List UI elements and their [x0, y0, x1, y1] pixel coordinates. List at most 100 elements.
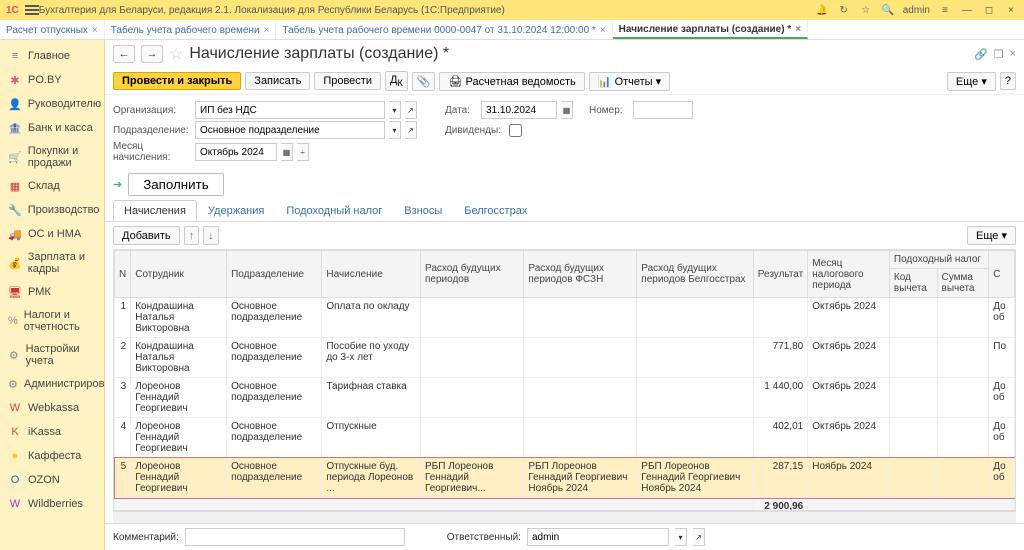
add-row-button[interactable]: Добавить — [113, 226, 180, 245]
doc-tab[interactable]: Начисление зарплаты (создание) *× — [613, 20, 808, 39]
table-row[interactable]: 5Лореонов Геннадий ГеоргиевичОсновное по… — [115, 458, 1015, 498]
menu-burger-icon[interactable] — [25, 3, 39, 17]
minimize-icon[interactable]: — — [960, 3, 974, 17]
subtab[interactable]: Удержания — [197, 200, 275, 221]
subtab[interactable]: Взносы — [393, 200, 453, 221]
detach-icon[interactable]: ❐ — [994, 48, 1004, 61]
month-stepper-icon[interactable]: ÷ — [297, 143, 309, 161]
settings-icon[interactable]: ≡ — [938, 3, 952, 17]
col-header[interactable]: Расход будущих периодов ФСЗН — [524, 251, 637, 298]
sidebar-item[interactable]: 🚚ОС и НМА — [0, 222, 104, 246]
sidebar-item[interactable]: 🛒Покупки и продажи — [0, 140, 104, 174]
subtab[interactable]: Подоходный налог — [275, 200, 393, 221]
star-icon[interactable]: ☆ — [859, 3, 873, 17]
print-sheet-button[interactable]: 🖨 Расчетная ведомость — [439, 72, 584, 91]
doc-tab[interactable]: Табель учета рабочего времени 0000-0047 … — [276, 20, 612, 39]
subtab[interactable]: Белгосстрах — [453, 200, 538, 221]
col-header[interactable]: Месяц налогового периода — [808, 251, 890, 298]
search-icon[interactable]: 🔍 — [881, 3, 895, 17]
sidebar-item[interactable]: 👤Руководителю — [0, 92, 104, 116]
col-header[interactable]: Сотрудник — [131, 251, 227, 298]
responsible-open-icon[interactable]: ↗ — [693, 528, 705, 546]
col-header[interactable]: N — [115, 251, 131, 298]
table-row[interactable]: 1Кондрашина Наталья ВикторовнаОсновное п… — [115, 298, 1015, 338]
col-header[interactable]: Подоходный налог — [889, 251, 988, 269]
sidebar-item[interactable]: ⚙Настройки учета — [0, 338, 104, 372]
close-page-icon[interactable]: × — [1010, 48, 1016, 61]
sidebar-item-label: Webkassa — [28, 402, 79, 414]
org-open-icon[interactable]: ↗ — [405, 101, 417, 119]
sidebar-item[interactable]: ▦Склад — [0, 174, 104, 198]
close-tab-icon[interactable]: × — [795, 24, 801, 35]
close-tab-icon[interactable]: × — [92, 25, 98, 36]
table-more-button[interactable]: Еще ▾ — [967, 226, 1016, 245]
org-dropdown-icon[interactable]: ▾ — [389, 101, 401, 119]
nav-forward-button[interactable]: → — [141, 45, 163, 63]
user-label[interactable]: admin — [903, 5, 930, 16]
bell-icon[interactable]: 🔔 — [815, 3, 829, 17]
sidebar-item[interactable]: WWebkassa — [0, 396, 104, 420]
doc-tab[interactable]: Расчет отпускных× — [0, 20, 105, 39]
horizontal-scrollbar[interactable] — [113, 511, 1016, 523]
doc-tab[interactable]: Табель учета рабочего времени× — [105, 20, 277, 39]
col-header[interactable]: Начисление — [322, 251, 421, 298]
comment-input[interactable] — [185, 528, 405, 546]
nav-back-button[interactable]: ← — [113, 45, 135, 63]
num-input[interactable] — [633, 101, 693, 119]
sidebar-item[interactable]: %Налоги и отчетность — [0, 304, 104, 338]
sidebar-item[interactable]: KiKassa — [0, 420, 104, 444]
responsible-dropdown-icon[interactable]: ▾ — [675, 528, 687, 546]
dividends-checkbox[interactable] — [509, 124, 522, 137]
history-icon[interactable]: ↻ — [837, 3, 851, 17]
sidebar-item[interactable]: 🏦Банк и касса — [0, 116, 104, 140]
sidebar-item[interactable]: ⚙Администрирование — [0, 372, 104, 396]
col-header[interactable]: Расход будущих периодов Белгосстрах — [637, 251, 753, 298]
responsible-input[interactable] — [527, 528, 669, 546]
sidebar-item[interactable]: OOZON — [0, 468, 104, 492]
col-subheader[interactable]: Сумма вычета — [937, 269, 989, 298]
attach-icon-button[interactable]: 📎 — [412, 72, 436, 91]
sidebar-item[interactable]: 🖥РМК — [0, 280, 104, 304]
subtab[interactable]: Начисления — [113, 200, 197, 221]
dk-icon-button[interactable]: ДК — [385, 71, 408, 91]
more-button[interactable]: Еще ▾ — [947, 72, 996, 91]
sidebar-item[interactable]: ≡Главное — [0, 44, 104, 68]
col-header[interactable]: Подразделение — [227, 251, 322, 298]
close-tab-icon[interactable]: × — [264, 25, 270, 36]
org-input[interactable] — [195, 101, 385, 119]
move-up-button[interactable]: ↑ — [184, 226, 200, 245]
table-row[interactable]: 2Кондрашина Наталья ВикторовнаОсновное п… — [115, 338, 1015, 378]
month-input[interactable] — [195, 143, 277, 161]
reports-button[interactable]: 📊 Отчеты ▾ — [589, 72, 670, 91]
dept-open-icon[interactable]: ↗ — [405, 121, 417, 139]
close-window-icon[interactable]: × — [1004, 3, 1018, 17]
sidebar-item[interactable]: ●Каффеста — [0, 444, 104, 468]
sidebar-item[interactable]: ✱PO.BY — [0, 68, 104, 92]
date-input[interactable] — [481, 101, 557, 119]
date-picker-icon[interactable]: ▦ — [561, 101, 573, 119]
col-header[interactable]: Расход будущих периодов — [421, 251, 524, 298]
table-row[interactable]: 4Лореонов Геннадий ГеоргиевичОсновное по… — [115, 418, 1015, 458]
sidebar-item[interactable]: 💰Зарплата и кадры — [0, 246, 104, 280]
favorite-star-icon[interactable]: ☆ — [169, 44, 183, 64]
maximize-icon[interactable]: ◻ — [982, 3, 996, 17]
post-and-close-button[interactable]: Провести и закрыть — [113, 72, 241, 90]
link-icon[interactable]: 🔗 — [974, 48, 988, 61]
dept-dropdown-icon[interactable]: ▾ — [389, 121, 401, 139]
post-button[interactable]: Провести — [314, 72, 381, 90]
title-bar: 1C Бухгалтерия для Беларуси, редакция 2.… — [0, 0, 1024, 20]
close-tab-icon[interactable]: × — [600, 25, 606, 36]
col-header[interactable]: С — [989, 251, 1015, 298]
table-wrap[interactable]: NСотрудникПодразделениеНачислениеРасход … — [113, 249, 1016, 511]
table-row[interactable]: 3Лореонов Геннадий ГеоргиевичОсновное по… — [115, 378, 1015, 418]
sidebar-item[interactable]: 🔧Производство — [0, 198, 104, 222]
move-down-button[interactable]: ↓ — [203, 226, 219, 245]
write-button[interactable]: Записать — [245, 72, 310, 90]
col-header[interactable]: Результат — [753, 251, 807, 298]
help-button[interactable]: ? — [1000, 72, 1016, 90]
month-picker-icon[interactable]: ▦ — [281, 143, 293, 161]
sidebar-item[interactable]: WWildberries — [0, 492, 104, 516]
fill-button[interactable]: Заполнить — [128, 173, 223, 196]
dept-input[interactable] — [195, 121, 385, 139]
col-subheader[interactable]: Код вычета — [889, 269, 937, 298]
